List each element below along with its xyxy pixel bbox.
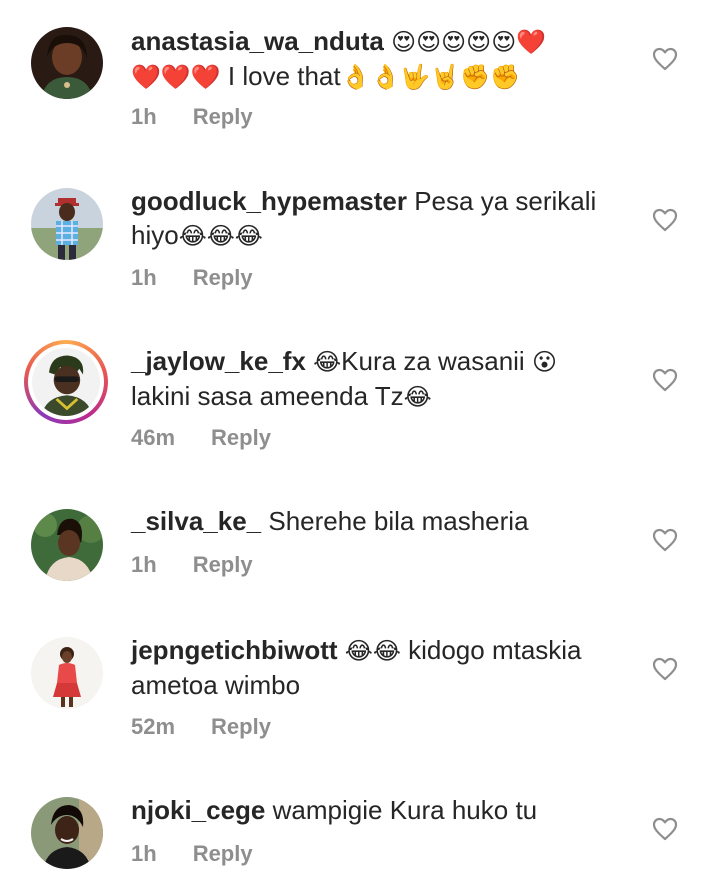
comment-emoji: 😂😂	[344, 637, 401, 665]
comment-text: wampigie Kura huko tu	[272, 795, 538, 825]
avatar[interactable]	[31, 797, 103, 869]
avatar[interactable]	[24, 340, 108, 424]
comment-body: goodluck_hypemaster Pesa ya serikali hiy…	[131, 184, 631, 253]
comment-timestamp: 1h	[131, 841, 157, 866]
comment-text: ametoa wimbo	[131, 670, 301, 700]
comment-text: lakini sasa ameenda Tz	[131, 381, 404, 411]
reply-button[interactable]: Reply	[193, 265, 253, 291]
heart-icon[interactable]	[652, 368, 678, 392]
comment-text: Pesa ya serikali	[414, 186, 597, 216]
reply-button[interactable]: Reply	[193, 841, 253, 867]
comment-username[interactable]: goodluck_hypemaster	[131, 186, 407, 216]
comment-meta: 46m Reply	[131, 425, 271, 451]
comment-body: _silva_ke_ Sherehe bila masheria	[131, 504, 631, 538]
comment-meta: 1h Reply	[131, 552, 253, 578]
comment-timestamp: 1h	[131, 265, 157, 290]
comment-emoji: 😂	[313, 348, 342, 376]
comment-body: anastasia_wa_nduta 😍😍😍😍😍❤️ ❤️❤️❤️ I love…	[131, 24, 631, 94]
comment-meta: 1h Reply	[131, 841, 253, 867]
comment-emoji: 😂	[403, 383, 432, 411]
comment-body: _jaylow_ke_fx 😂Kura za wasanii 😮 lakini …	[131, 344, 631, 414]
comment-text: I love that	[220, 61, 341, 91]
comment-emoji: ❤️❤️❤️	[131, 63, 221, 91]
comment-username[interactable]: _jaylow_ke_fx	[131, 346, 306, 376]
reply-button[interactable]: Reply	[211, 425, 271, 451]
comment-username[interactable]: anastasia_wa_nduta	[131, 26, 384, 56]
comment-emoji: 😍😍😍😍😍❤️	[391, 28, 547, 56]
comment-emoji: 👌👌🤟🤘✊✊	[340, 63, 520, 91]
comment-text: Sherehe bila masheria	[268, 506, 529, 536]
reply-button[interactable]: Reply	[211, 714, 271, 740]
avatar-illustration	[32, 348, 100, 416]
reply-button[interactable]: Reply	[193, 104, 253, 130]
comment-username[interactable]: njoki_cege	[131, 795, 265, 825]
comment-emoji: 😮	[531, 348, 557, 376]
avatar[interactable]	[31, 188, 103, 260]
comment-meta: 1h Reply	[131, 265, 253, 291]
heart-icon[interactable]	[652, 817, 678, 841]
comment-timestamp: 52m	[131, 714, 176, 739]
heart-icon[interactable]	[652, 528, 678, 552]
comment-timestamp: 46m	[131, 425, 176, 450]
avatar[interactable]	[31, 509, 103, 581]
comment-body: jepngetichbiwott 😂😂 kidogo mtaskia ameto…	[131, 633, 631, 702]
heart-icon[interactable]	[652, 208, 678, 232]
heart-icon[interactable]	[652, 657, 678, 681]
heart-icon[interactable]	[652, 47, 678, 71]
comment-meta: 52m Reply	[131, 714, 271, 740]
comment-username[interactable]: jepngetichbiwott	[131, 635, 338, 665]
comment-timestamp: 1h	[131, 104, 157, 129]
reply-button[interactable]: Reply	[193, 552, 253, 578]
avatar[interactable]	[31, 27, 103, 99]
avatar[interactable]	[31, 637, 103, 709]
comment-text: kidogo mtaskia	[400, 635, 582, 665]
comment-text: hiyo	[131, 220, 179, 250]
comment-emoji: 😂😂😂	[178, 222, 263, 250]
comment-timestamp: 1h	[131, 552, 157, 577]
comment-username[interactable]: _silva_ke_	[131, 506, 261, 536]
comment-text: Kura za wasanii	[341, 346, 532, 376]
comment-body: njoki_cege wampigie Kura huko tu	[131, 793, 631, 827]
comment-meta: 1h Reply	[131, 104, 253, 130]
avatar-inner	[28, 344, 104, 420]
